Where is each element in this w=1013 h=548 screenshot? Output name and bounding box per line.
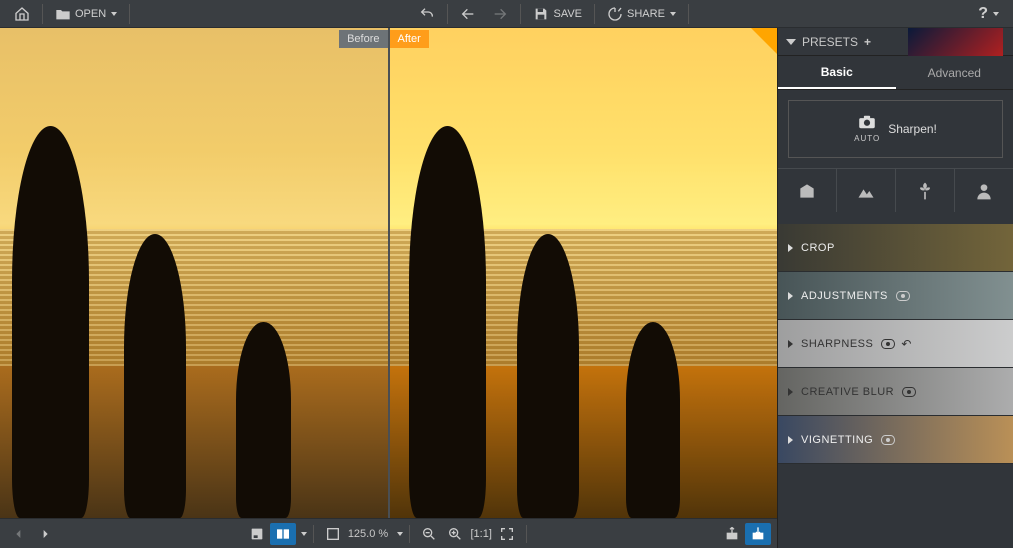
reset-icon[interactable]: ↶ (901, 337, 912, 351)
chevron-right-icon (788, 340, 793, 348)
separator (129, 4, 130, 24)
auto-sharpen-button[interactable]: AUTO Sharpen! (788, 100, 1003, 158)
sidebar: PRESETS + Basic Advanced AUTO Sharpen! (777, 28, 1013, 548)
chevron-down-icon (786, 39, 796, 45)
nav-next-button[interactable] (32, 523, 58, 545)
fit-to-screen-button[interactable] (320, 523, 346, 545)
section-label: SHARPNESS (801, 338, 873, 350)
nav-prev-button[interactable] (6, 523, 32, 545)
section-label: ADJUSTMENTS (801, 290, 888, 302)
eye-icon[interactable] (881, 339, 895, 349)
sections: CROP ADJUSTMENTS SHARPNESS ↶ CREATIVE BLU… (778, 224, 1013, 464)
export-button[interactable] (719, 523, 745, 545)
save-label: SAVE (553, 8, 582, 20)
separator (520, 4, 521, 24)
chevron-right-icon (788, 292, 793, 300)
tab-basic[interactable]: Basic (778, 56, 896, 89)
separator (447, 4, 448, 24)
zoom-in-button[interactable] (442, 523, 468, 545)
corner-ribbon (751, 28, 777, 54)
share-button[interactable]: SHARE (599, 0, 684, 28)
bottom-toolbar: 125.0 % [1:1] (0, 518, 777, 548)
category-row (778, 168, 1013, 212)
tab-advanced[interactable]: Advanced (896, 56, 1013, 89)
single-view-button[interactable] (244, 523, 270, 545)
undo-button[interactable] (411, 0, 443, 28)
save-button[interactable]: SAVE (525, 0, 590, 28)
share-label: SHARE (627, 8, 665, 20)
section-creative-blur[interactable]: CREATIVE BLUR (778, 368, 1013, 416)
caret-down-icon (993, 12, 999, 16)
presets-label: PRESETS (802, 35, 858, 49)
actual-size-button[interactable]: [1:1] (468, 523, 494, 545)
section-sharpness[interactable]: SHARPNESS ↶ (778, 320, 1013, 368)
category-landscape[interactable] (837, 169, 896, 212)
sharpen-label: Sharpen! (888, 122, 937, 136)
forward-button[interactable] (484, 0, 516, 28)
category-portrait[interactable] (955, 169, 1013, 212)
chevron-right-icon (788, 244, 793, 252)
back-button[interactable] (452, 0, 484, 28)
help-button[interactable]: ? (970, 0, 1007, 28)
plus-icon[interactable]: + (864, 35, 871, 49)
zoom-out-button[interactable] (416, 523, 442, 545)
eye-icon[interactable] (902, 387, 916, 397)
separator (594, 4, 595, 24)
after-tab[interactable]: After (390, 30, 429, 48)
home-button[interactable] (6, 0, 38, 28)
caret-down-icon (670, 12, 676, 16)
auto-label: AUTO (854, 134, 880, 143)
after-panel: After (390, 28, 778, 518)
before-panel: Before (0, 28, 390, 518)
compare-view-button[interactable] (270, 523, 296, 545)
eye-icon[interactable] (896, 291, 910, 301)
eye-icon[interactable] (881, 435, 895, 445)
canvas[interactable]: Before After (0, 28, 777, 518)
before-tab[interactable]: Before (339, 30, 387, 48)
section-label: VIGNETTING (801, 434, 873, 446)
section-crop[interactable]: CROP (778, 224, 1013, 272)
zoom-level-label: 125.0 % (346, 528, 392, 540)
section-label: CREATIVE BLUR (801, 386, 894, 398)
top-toolbar: OPEN SAVE SHARE ? (0, 0, 1013, 28)
open-label: OPEN (75, 8, 106, 20)
category-architecture[interactable] (778, 169, 837, 212)
camera-icon (857, 115, 877, 129)
canvas-area: Before After (0, 28, 777, 548)
caret-down-icon[interactable] (301, 532, 307, 536)
caret-down-icon[interactable] (397, 532, 403, 536)
caret-down-icon (111, 12, 117, 16)
separator (688, 4, 689, 24)
section-adjustments[interactable]: ADJUSTMENTS (778, 272, 1013, 320)
preset-thumbnail[interactable] (908, 28, 1003, 56)
separator (42, 4, 43, 24)
import-button[interactable] (745, 523, 771, 545)
open-button[interactable]: OPEN (47, 0, 125, 28)
section-label: CROP (801, 242, 835, 254)
sidebar-tabs: Basic Advanced (778, 56, 1013, 90)
category-macro[interactable] (896, 169, 955, 212)
chevron-right-icon (788, 436, 793, 444)
presets-header[interactable]: PRESETS + (778, 28, 1013, 56)
chevron-right-icon (788, 388, 793, 396)
section-vignetting[interactable]: VIGNETTING (778, 416, 1013, 464)
fullscreen-button[interactable] (494, 523, 520, 545)
